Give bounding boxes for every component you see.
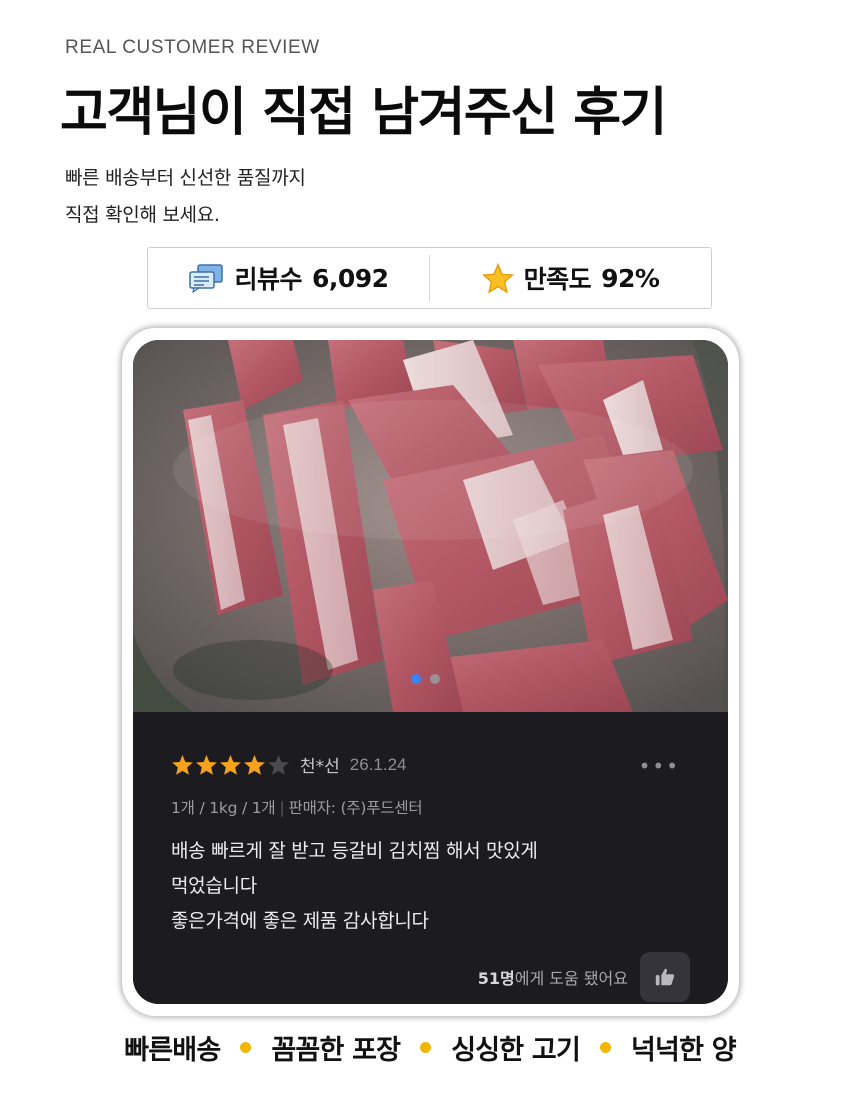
review-text-line-3: 좋은가격에 좋은 제품 감사합니다 [171, 910, 429, 932]
star-filled-icon [196, 754, 217, 775]
description-line-1: 빠른 배송부터 신선한 품질까지 [65, 167, 306, 189]
carousel-dots [411, 674, 440, 684]
feature-tag: 빠른배송 [124, 1035, 221, 1066]
helpful-count: 51명 [477, 969, 515, 988]
description-line-2: 직접 확인해 보세요. [65, 204, 220, 226]
feature-tags: 빠른배송 꼼꼼한 포장 싱싱한 고기 넉넉한 양 [0, 1028, 860, 1067]
star-empty-icon [268, 754, 289, 775]
raw-pork-ribs-photo [133, 340, 728, 712]
satisfaction-stat: 만족도 92% [430, 248, 711, 308]
helpful-button[interactable] [640, 952, 690, 1002]
satisfaction-value: 92% [601, 263, 660, 293]
more-options-icon[interactable]: ••• [639, 754, 680, 778]
satisfaction-label: 만족도 [523, 265, 592, 294]
eyebrow-label: REAL CUSTOMER REVIEW [65, 37, 320, 58]
review-count-stat: 리뷰수 6,092 [148, 248, 429, 308]
tag-separator-dot [600, 1042, 612, 1053]
review-text: 배송 빠르게 잘 받고 등갈비 김치찜 해서 맛있게 먹었습니다 좋은가격에 좋… [171, 834, 691, 939]
review-header: 천*선 26.1.24 [171, 752, 407, 777]
review-card: 천*선 26.1.24 ••• 1개 / 1kg / 1개 | 판매자: (주)푸드… [133, 340, 728, 1004]
chat-bubbles-icon [188, 263, 224, 293]
star-rating [171, 754, 290, 776]
helpful-text: 51명에게 도움 됐어요 [478, 965, 628, 989]
star-filled-icon [244, 754, 265, 775]
review-text-line-1: 배송 빠르게 잘 받고 등갈비 김치찜 해서 맛있게 [171, 840, 538, 862]
review-photo[interactable] [133, 340, 728, 712]
tag-separator-dot [240, 1042, 252, 1053]
helpful-suffix: 에게 도움 됐어요 [514, 969, 628, 988]
star-filled-icon [172, 754, 193, 775]
star-icon [481, 262, 514, 294]
purchase-option: 1개 / 1kg / 1개 [171, 799, 276, 817]
carousel-dot-active[interactable] [411, 674, 421, 684]
review-count-label: 리뷰수 [234, 265, 302, 294]
review-date: 26.1.24 [349, 754, 407, 774]
helpful-section: 51명에게 도움 됐어요 [478, 952, 690, 1002]
description: 빠른 배송부터 신선한 품질까지 직접 확인해 보세요. [65, 160, 306, 234]
review-text-line-2: 먹었습니다 [171, 875, 257, 897]
page-title: 고객님이 직접 남겨주신 후기 [60, 83, 667, 143]
star-filled-icon [220, 754, 241, 775]
seller-name: 판매자: (주)푸드센터 [288, 799, 423, 817]
feature-tag: 싱싱한 고기 [451, 1035, 581, 1066]
thumbs-up-icon [655, 968, 675, 986]
feature-tag: 넉넉한 양 [631, 1035, 737, 1066]
feature-tag: 꼼꼼한 포장 [271, 1035, 401, 1066]
stats-bar: 리뷰수 6,092 만족도 92% [147, 247, 712, 309]
review-meta: 1개 / 1kg / 1개 | 판매자: (주)푸드센터 [171, 796, 423, 818]
review-count-value: 6,092 [311, 263, 389, 293]
review-body: 천*선 26.1.24 ••• 1개 / 1kg / 1개 | 판매자: (주)푸드… [133, 712, 728, 1004]
review-author: 천*선 [300, 757, 340, 777]
meta-separator: | [279, 799, 285, 817]
tag-separator-dot [420, 1042, 432, 1053]
carousel-dot[interactable] [430, 674, 440, 684]
